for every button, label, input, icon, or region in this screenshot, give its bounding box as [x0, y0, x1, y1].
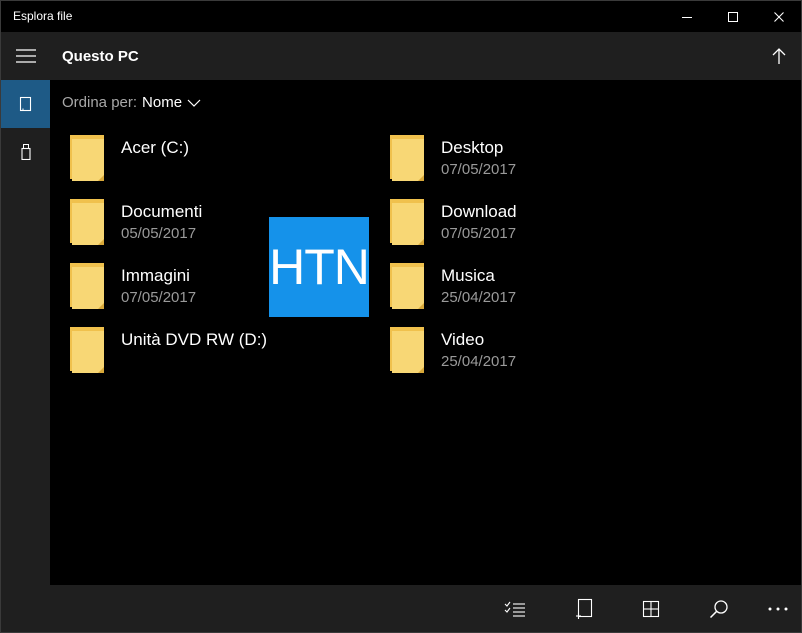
title-bar: Esplora file [1, 1, 801, 32]
item-date: 07/05/2017 [121, 289, 197, 306]
sort-value: Nome [142, 94, 183, 111]
window-title: Esplora file [13, 9, 73, 23]
rail-item-this-pc[interactable] [1, 80, 50, 128]
rail-item-removable-drive[interactable] [1, 128, 50, 176]
hamburger-button[interactable] [1, 32, 50, 80]
folder-icon [390, 263, 424, 309]
new-tablet-icon [576, 598, 593, 619]
search-button[interactable] [701, 591, 737, 627]
select-button[interactable] [497, 591, 533, 627]
item-date: 25/04/2017 [441, 353, 517, 370]
minimize-icon [682, 16, 692, 18]
item-name: Documenti [121, 202, 203, 221]
arrow-up-icon [772, 48, 786, 64]
grid-view-icon [642, 600, 660, 618]
list-item[interactable]: Acer (C:) [70, 135, 370, 193]
item-name: Acer (C:) [121, 138, 189, 157]
location-header: Questo PC [50, 32, 801, 80]
item-date: 07/05/2017 [441, 225, 517, 242]
device-icon [19, 96, 31, 112]
list-item[interactable]: Desktop 07/05/2017 [390, 135, 690, 193]
list-item[interactable]: Video 25/04/2017 [390, 327, 690, 385]
folder-icon [390, 135, 424, 181]
close-icon [774, 11, 784, 22]
file-explorer-window: Esplora file Questo PC Ordina per: Nome [0, 0, 802, 633]
item-name: Download [441, 202, 517, 221]
go-up-button[interactable] [763, 40, 795, 72]
item-date: 25/04/2017 [441, 289, 517, 306]
maximize-icon [728, 11, 738, 22]
item-name: Video [441, 330, 485, 349]
usb-drive-icon [20, 144, 31, 160]
navigation-rail [1, 32, 50, 632]
chevron-down-icon [187, 99, 201, 107]
more-button[interactable] [760, 591, 796, 627]
item-date: 05/05/2017 [121, 225, 197, 242]
folder-icon [70, 263, 104, 309]
list-item[interactable]: Musica 25/04/2017 [390, 263, 690, 321]
folder-icon [390, 199, 424, 245]
folder-icon [70, 199, 104, 245]
minimize-button[interactable] [664, 1, 710, 32]
command-bar [50, 585, 801, 632]
current-location: Questo PC [62, 48, 139, 65]
sort-label: Ordina per: [62, 94, 138, 111]
search-icon [709, 600, 728, 619]
more-icon [768, 607, 788, 611]
watermark-text: HTN [269, 239, 370, 295]
list-item[interactable]: Unità DVD RW (D:) [70, 327, 370, 385]
new-button[interactable] [566, 591, 602, 627]
view-button[interactable] [633, 591, 669, 627]
item-name: Unità DVD RW (D:) [121, 330, 268, 349]
watermark-logo: HTN [269, 217, 370, 317]
list-item[interactable]: Download 07/05/2017 [390, 199, 690, 257]
item-name: Musica [441, 266, 495, 285]
sort-selector[interactable]: Ordina per: Nome [62, 94, 201, 111]
drive-icon [70, 135, 104, 181]
close-button[interactable] [756, 1, 802, 32]
item-name: Immagini [121, 266, 190, 285]
item-name: Desktop [441, 138, 504, 157]
item-date: 07/05/2017 [441, 161, 517, 178]
select-icon [504, 601, 525, 617]
maximize-button[interactable] [710, 1, 756, 32]
hamburger-icon [15, 49, 36, 63]
folder-icon [390, 327, 424, 373]
drive-icon [70, 327, 104, 373]
